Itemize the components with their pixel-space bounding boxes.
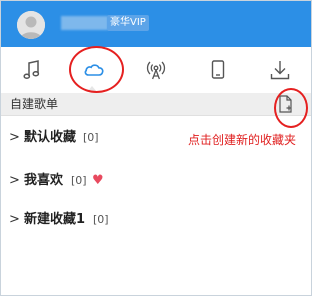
tab-radio[interactable]: [125, 47, 187, 93]
playlist-count: [0]: [71, 174, 87, 187]
mobile-device-icon: [211, 60, 225, 79]
playlist-name: 我喜欢: [24, 173, 64, 188]
playlist-name: 新建收藏1: [24, 212, 86, 227]
avatar[interactable]: [17, 11, 45, 39]
radio-broadcast-icon: [146, 61, 166, 80]
music-client-panel: 豪华VIP 自建歌单 > 默认收藏 [0] 点击创建新的收藏夹 > 我喜欢 [0…: [0, 0, 312, 296]
my-playlists-bar: 自建歌单: [1, 93, 311, 116]
playlist-name: 默认收藏: [24, 130, 77, 145]
expand-chevron-icon[interactable]: >: [9, 172, 20, 190]
default-user-icon: [17, 11, 45, 39]
user-header: 豪华VIP: [1, 1, 311, 47]
my-playlists-label: 自建歌单: [10, 97, 59, 111]
highlight-ring-cloud: [69, 46, 124, 93]
vip-badge[interactable]: 豪华VIP: [107, 15, 149, 31]
playlist-item[interactable]: > 我喜欢 [0] ♥: [1, 168, 311, 194]
username-obscured[interactable]: [61, 16, 108, 30]
playlist-count: [0]: [93, 213, 109, 226]
tab-music[interactable]: [1, 47, 63, 93]
expand-chevron-icon[interactable]: >: [9, 211, 20, 229]
highlight-ring-new-playlist: [274, 88, 308, 128]
tab-download[interactable]: [249, 47, 311, 93]
nav-tab-bar: [1, 47, 311, 94]
tab-device[interactable]: [187, 47, 249, 93]
playlist-item[interactable]: > 新建收藏1 [0]: [1, 207, 311, 233]
annotation-hint: 点击创建新的收藏夹: [188, 133, 297, 147]
heart-icon: ♥: [92, 173, 104, 188]
download-icon: [270, 61, 290, 80]
playlist-count: [0]: [83, 131, 99, 144]
music-note-icon: [23, 60, 40, 79]
expand-chevron-icon[interactable]: >: [9, 129, 20, 147]
